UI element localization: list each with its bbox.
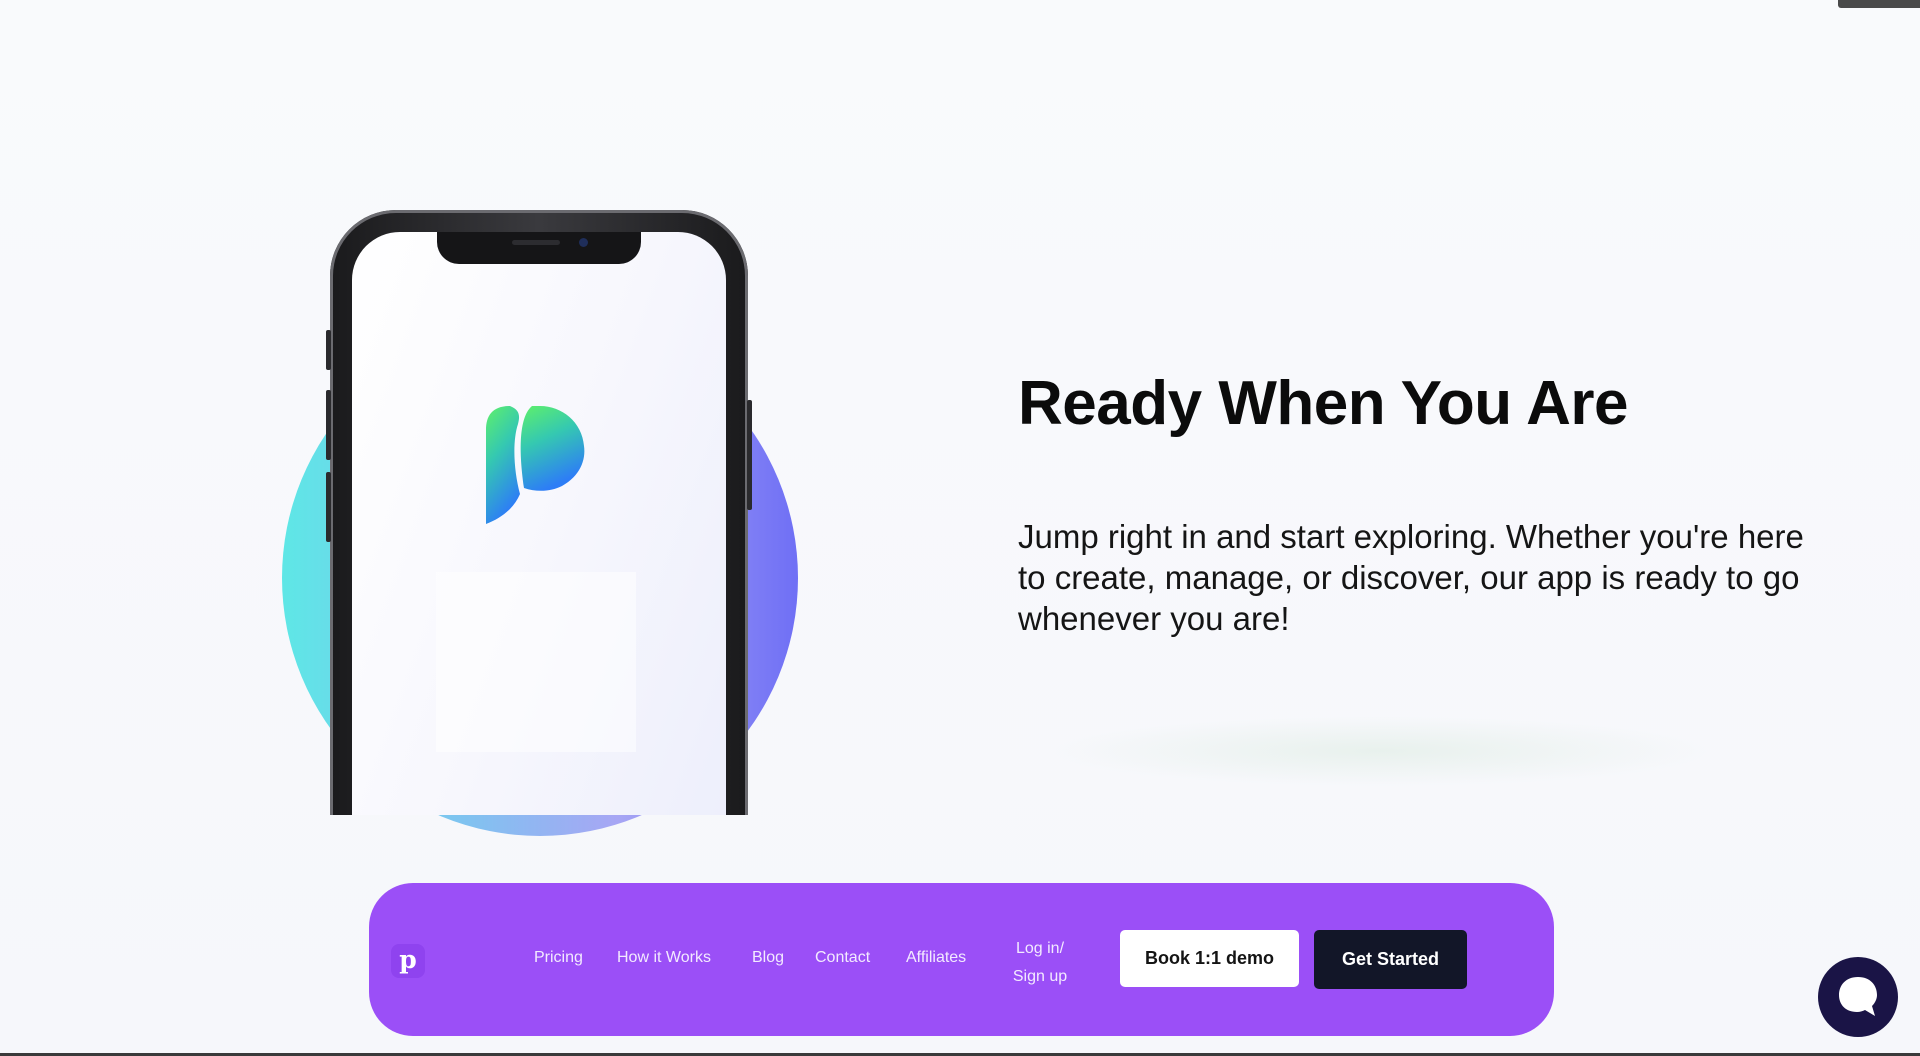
phone-mockup [326, 210, 752, 815]
hero-description: Jump right in and start exploring. Wheth… [1018, 518, 1804, 637]
phone-illustration [280, 200, 800, 890]
phone-notch [437, 232, 641, 264]
phone-speaker [512, 240, 560, 245]
nav-link-affiliates[interactable]: Affiliates [906, 949, 966, 967]
phone-volume-down [326, 472, 331, 542]
nav-link-pricing[interactable]: Pricing [534, 949, 583, 967]
screen-panel [436, 572, 636, 752]
book-demo-button[interactable]: Book 1:1 demo [1120, 930, 1299, 987]
corner-handle [1838, 0, 1920, 8]
get-started-button[interactable]: Get Started [1314, 930, 1467, 989]
landing-page: Ready When You Are Jump right in and sta… [0, 0, 1920, 1056]
page-title: Ready When You Are [1018, 369, 1628, 438]
p-logo-icon [486, 406, 585, 524]
chat-bubble-icon [1839, 977, 1877, 1016]
chat-widget-button[interactable] [1818, 957, 1898, 1037]
phone-volume-up [326, 390, 331, 460]
signup-label: Sign up [1012, 968, 1068, 985]
login-label: Log in/ [1015, 940, 1065, 957]
login-signup-link[interactable]: Log in/ Sign up [1000, 935, 1080, 991]
nav-link-how-it-works[interactable]: How it Works [617, 949, 711, 967]
nav-link-blog[interactable]: Blog [752, 949, 784, 967]
brand-logo[interactable]: p [391, 944, 425, 978]
phone-camera [579, 238, 588, 247]
phone-power-button [747, 400, 752, 510]
nav-link-contact[interactable]: Contact [815, 949, 870, 967]
phone-mute-switch [326, 330, 331, 370]
phone-screen [352, 232, 726, 815]
bottom-navbar: p Pricing How it Works Blog Contact Affi… [369, 883, 1554, 1036]
decorative-glow [1050, 716, 1710, 786]
